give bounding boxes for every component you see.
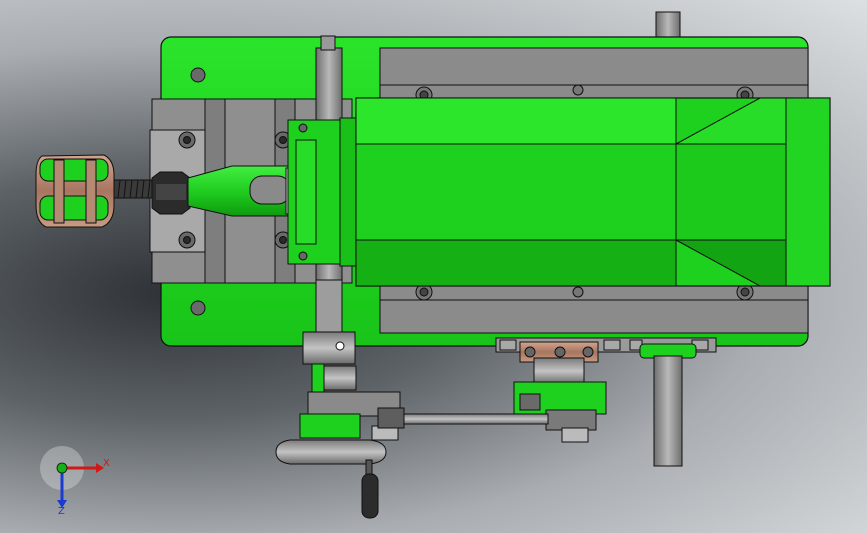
- nut-flat: [156, 184, 186, 200]
- guide-rail-top-pin: [320, 35, 336, 51]
- knob[interactable]: [35, 154, 115, 228]
- x-axis-label: X: [103, 458, 110, 469]
- spindle-sleeve: [533, 357, 585, 385]
- linkage-pin: [335, 341, 345, 351]
- hopper-outlet: [785, 97, 831, 287]
- cad-viewport[interactable]: X Z: [0, 0, 867, 533]
- linkage-green-plate: [299, 413, 361, 439]
- cone-slot: [249, 175, 291, 205]
- hopper-mid-face: [355, 143, 677, 241]
- hopper-top-face: [355, 97, 677, 145]
- lever-washer: [561, 427, 589, 443]
- lever-block-base: [545, 409, 597, 431]
- coordinate-triad-icon: X Z: [40, 446, 110, 517]
- connecting-rod[interactable]: [397, 413, 549, 425]
- base-mounting-hole: [190, 67, 206, 83]
- output-shaft[interactable]: [653, 355, 683, 467]
- lever-block-top: [519, 393, 541, 411]
- flange-screw: [298, 251, 308, 261]
- hopper-flare-mid: [675, 143, 787, 241]
- flange-inner: [295, 139, 317, 245]
- linkage-spring: [311, 363, 325, 397]
- linkage-upper-block: [302, 331, 356, 365]
- z-axis-label: Z: [58, 506, 65, 517]
- flange-screw: [298, 123, 308, 133]
- base-mounting-hole: [190, 300, 206, 316]
- handle-grip[interactable]: [361, 473, 379, 519]
- hopper-bottom-face: [355, 239, 677, 287]
- linkage-bracket: [377, 407, 405, 429]
- linkage-sleeve: [323, 365, 357, 391]
